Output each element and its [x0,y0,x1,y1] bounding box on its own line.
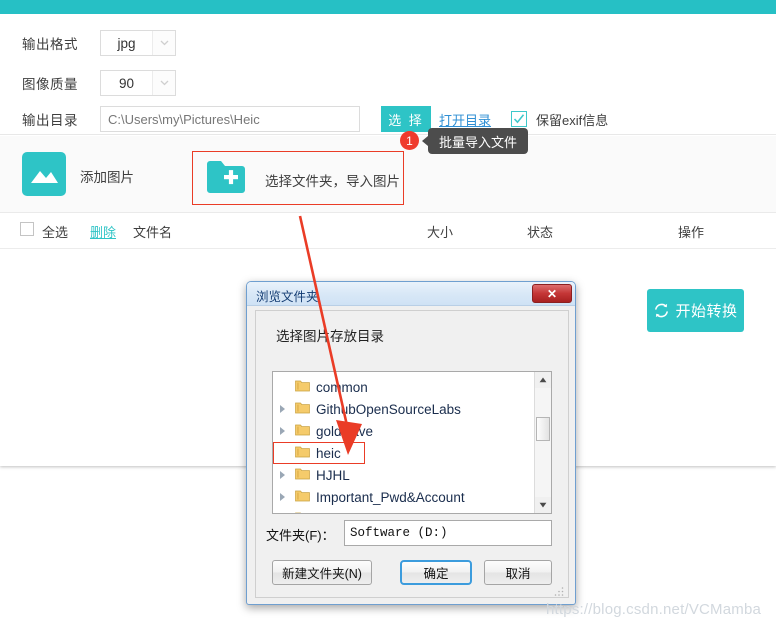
import-bar: 添加图片 选择文件夹，导入图片 开始转换 [0,136,776,332]
tree-item-selected[interactable]: heic [273,442,365,464]
tree-item-label: goldwave [316,423,374,439]
open-directory-link[interactable]: 打开目录 [439,110,491,129]
tree-item[interactable]: goldwave [273,420,551,442]
output-format-value: jpg [117,35,136,51]
folder-name-input[interactable] [344,520,552,546]
scroll-down-icon[interactable] [535,497,551,513]
dialog-title-bar[interactable]: 浏览文件夹 ✕ [247,282,575,306]
chevron-down-icon[interactable] [152,31,175,55]
column-status: 状态 [527,225,554,240]
chevron-right-icon[interactable] [280,493,285,501]
tree-item-label: common [316,379,368,395]
output-directory-row: 输出目录 选 择 打开目录 保留exif信息 [0,106,776,132]
watermark: https://blog.csdn.net/VCMamba [546,601,762,618]
dialog-heading: 选择图片存放目录 [276,329,384,344]
add-image-label: 添加图片 [80,170,134,185]
ok-button[interactable]: 确定 [400,560,472,585]
check-icon [513,114,525,124]
dialog-body: 选择图片存放目录 common GithubOpenSourceLabs gol… [255,310,569,598]
column-filename: 文件名 [133,225,173,240]
settings-panel: 输出格式 jpg 图像质量 90 输出目录 选 择 打开目录 [0,14,776,135]
tree-item-label: GithubOpenSourceLabs [316,401,461,417]
image-quality-value: 90 [118,75,135,91]
refresh-icon [655,303,669,318]
folder-plus-icon [205,158,247,198]
browse-folder-dialog: 浏览文件夹 ✕ 选择图片存放目录 common GithubOpenSource… [246,281,576,605]
batch-import-tooltip: 批量导入文件 [421,128,529,154]
app-title-bar [0,0,776,14]
tree-item[interactable]: common [273,376,551,398]
chevron-down-icon[interactable] [152,71,175,95]
folder-field-label: 文件夹(F)： [266,528,335,543]
folder-import-label: 选择文件夹，导入图片 [265,174,400,189]
select-directory-button[interactable]: 选 择 [381,106,431,132]
folder-icon [295,467,310,483]
folder-tree[interactable]: common GithubOpenSourceLabs goldwave hei… [272,371,552,514]
output-directory-input[interactable] [100,106,360,132]
folder-icon [295,511,310,513]
output-format-row: 输出格式 jpg [0,30,776,56]
image-quality-select[interactable]: 90 [100,70,176,96]
new-folder-button[interactable]: 新建文件夹(N) [272,560,372,585]
keep-exif-checkbox[interactable] [511,111,527,127]
output-format-select[interactable]: jpg [100,30,176,56]
column-action: 操作 [678,225,705,240]
column-size: 大小 [427,225,454,240]
tree-scrollbar[interactable] [534,372,551,513]
folder-import-button[interactable]: 选择文件夹，导入图片 [192,151,404,205]
start-convert-label: 开始转换 [675,303,738,320]
file-list-header: 全选 删除 文件名 大小 状态 操作 [0,214,776,249]
select-all-label: 全选 [42,225,69,240]
folder-icon [295,379,310,395]
cancel-button[interactable]: 取消 [484,560,552,585]
chevron-right-icon[interactable] [280,427,285,435]
step-badge-1: 1 [400,131,419,150]
delete-link[interactable]: 删除 [90,222,116,241]
keep-exif-label: 保留exif信息 [536,113,609,128]
start-convert-button[interactable]: 开始转换 [647,289,744,332]
folder-icon [295,423,310,439]
image-quality-row: 图像质量 90 [0,70,776,96]
close-icon[interactable]: ✕ [532,284,572,303]
chevron-right-icon[interactable] [280,471,285,479]
select-all-checkbox[interactable] [20,222,34,236]
tree-item-label: HJHL [316,467,350,483]
output-directory-label: 输出目录 [22,113,78,128]
image-icon [22,152,66,196]
tree-item[interactable]: GithubOpenSourceLabs [273,398,551,420]
folder-icon [295,401,310,417]
output-format-label: 输出格式 [22,37,78,52]
resize-grip-icon[interactable] [554,584,564,596]
tree-item[interactable]: HJHL [273,464,551,486]
tree-item-label: heic [316,445,341,461]
scroll-up-icon[interactable] [535,372,551,388]
tree-item[interactable]: Important_Pwd&Account [273,486,551,508]
folder-icon [295,489,310,505]
scrollbar-thumb[interactable] [536,417,550,441]
chevron-right-icon[interactable] [280,405,285,413]
tree-item-label: MSOCache [316,512,386,514]
add-image-button[interactable]: 添加图片 [22,152,182,197]
image-quality-label: 图像质量 [22,77,78,92]
dialog-title: 浏览文件夹 [256,290,319,304]
tree-item[interactable]: MSOCache [273,508,551,514]
folder-icon [295,445,310,461]
tree-item-label: Important_Pwd&Account [316,489,465,505]
